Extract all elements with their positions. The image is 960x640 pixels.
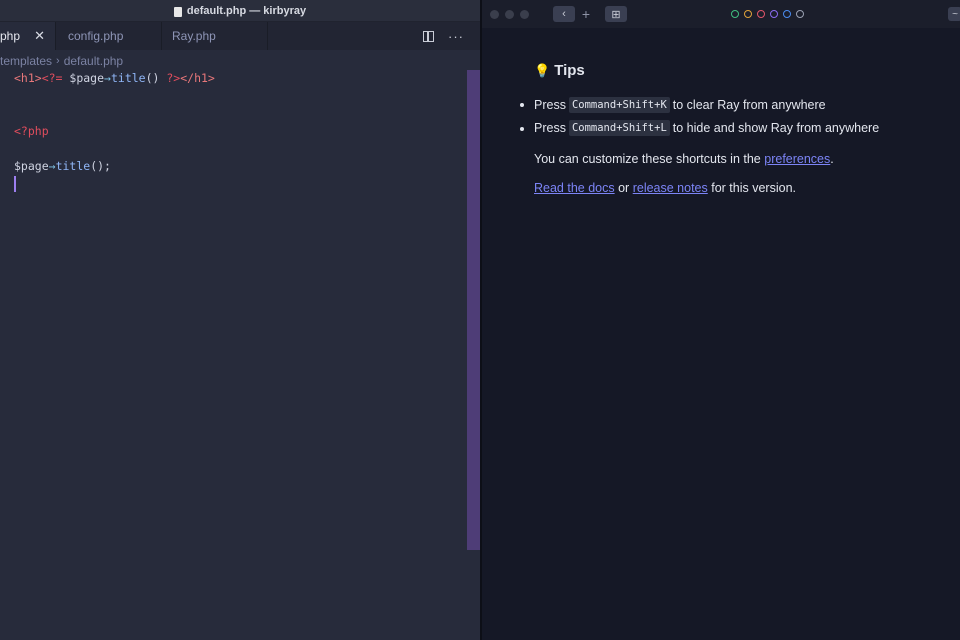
breadcrumb: templates › default.php (0, 52, 123, 70)
token: → (48, 158, 56, 173)
color-filter-purple[interactable] (770, 10, 778, 18)
code-line-4: <?php (14, 123, 49, 138)
ray-app-window: ‹ + ⊞ ~ 💡 Tips Press Command+Shift+K to … (480, 0, 960, 640)
tab-config-php[interactable]: config.php (56, 22, 162, 50)
text: for this version. (711, 181, 797, 195)
minimize-window-button[interactable] (505, 9, 514, 19)
token: </h1> (180, 71, 215, 85)
editor-title-bar: default.php — kirbyray (0, 0, 480, 22)
code-line-7 (14, 175, 215, 193)
back-button[interactable]: ‹ (553, 6, 575, 22)
settings-toggle-icon[interactable]: ~ (948, 7, 960, 21)
code-line-1: <h1><?= $page→title() ?></h1> (14, 70, 215, 88)
text: . (830, 152, 834, 166)
tips-title: Tips (554, 62, 585, 79)
editor-tab-bar: php ✕ config.php Ray.php ··· (0, 22, 480, 50)
color-filter-green[interactable] (731, 10, 739, 18)
file-icon (173, 6, 182, 17)
tip-text: Press (534, 121, 566, 136)
more-actions-icon[interactable]: ··· (448, 29, 464, 44)
color-filter-gray[interactable] (796, 10, 804, 18)
shortcut-key: Command+Shift+L (568, 120, 670, 137)
breadcrumb-folder[interactable]: templates (0, 54, 52, 68)
token: $page (14, 158, 49, 173)
add-screen-button[interactable]: + (577, 6, 595, 22)
chevron-right-icon: › (56, 55, 60, 67)
release-notes-link[interactable]: release notes (633, 181, 708, 195)
color-filter-red[interactable] (757, 10, 765, 18)
color-filter-orange[interactable] (744, 10, 752, 18)
window-controls (490, 9, 529, 19)
tips-heading: 💡 Tips (534, 62, 879, 79)
tab-ray-php[interactable]: Ray.php (162, 22, 268, 50)
token: title (110, 71, 146, 85)
shortcut-key: Command+Shift+K (568, 96, 670, 113)
list-item: Press Command+Shift+L to hide and show R… (519, 117, 880, 141)
token: <?= (41, 71, 63, 85)
tab-label: config.php (68, 29, 124, 43)
close-icon[interactable]: ✕ (34, 28, 45, 44)
breadcrumb-file[interactable]: default.php (64, 54, 123, 68)
text: You can customize these shortcuts in the (534, 152, 761, 166)
token: → (104, 71, 111, 85)
editor-window-title: default.php — kirbyray (186, 4, 307, 17)
tips-list: Press Command+Shift+K to clear Ray from … (519, 93, 880, 141)
tip-text: to clear Ray from anywhere (672, 97, 826, 112)
list-item: Press Command+Shift+K to clear Ray from … (519, 93, 879, 117)
split-editor-icon[interactable] (423, 30, 434, 42)
token: (); (90, 158, 111, 173)
color-filters (731, 10, 804, 18)
text: or (618, 181, 630, 195)
tip-text: to hide and show Ray from anywhere (672, 121, 880, 136)
token: ?> (166, 71, 181, 85)
tab-label: Ray.php (172, 29, 216, 43)
ray-toolbar: ‹ + ⊞ ~ (482, 0, 960, 28)
code-line-6: $page→title(); (14, 158, 215, 176)
color-filter-blue[interactable] (783, 10, 791, 18)
customize-text: You can customize these shortcuts in the… (534, 149, 879, 169)
docs-text: Read the docs or release notes for this … (534, 178, 879, 198)
tab-actions: ··· (423, 22, 480, 50)
editor-scrollbar[interactable] (467, 70, 480, 550)
token: () (145, 71, 167, 85)
tips-panel: 💡 Tips Press Command+Shift+K to clear Ra… (519, 62, 879, 198)
code-area[interactable]: <h1><?= $page→title() ?></h1> <?php $pag… (14, 70, 215, 193)
screens-icon[interactable]: ⊞ (605, 6, 627, 22)
close-window-button[interactable] (490, 9, 499, 19)
tip-text: Press (534, 97, 566, 112)
text-cursor (14, 175, 16, 192)
preferences-link[interactable]: preferences (764, 152, 830, 166)
tab-default-php[interactable]: php ✕ (0, 22, 56, 50)
read-docs-link[interactable]: Read the docs (534, 181, 615, 195)
token: $page (62, 71, 105, 85)
token: <h1> (14, 71, 42, 85)
token: title (55, 158, 91, 173)
zoom-window-button[interactable] (520, 9, 529, 19)
tab-label: php (0, 29, 21, 43)
lightbulb-icon: 💡 (534, 62, 551, 78)
code-editor-window: default.php — kirbyray php ✕ config.php … (0, 0, 480, 640)
